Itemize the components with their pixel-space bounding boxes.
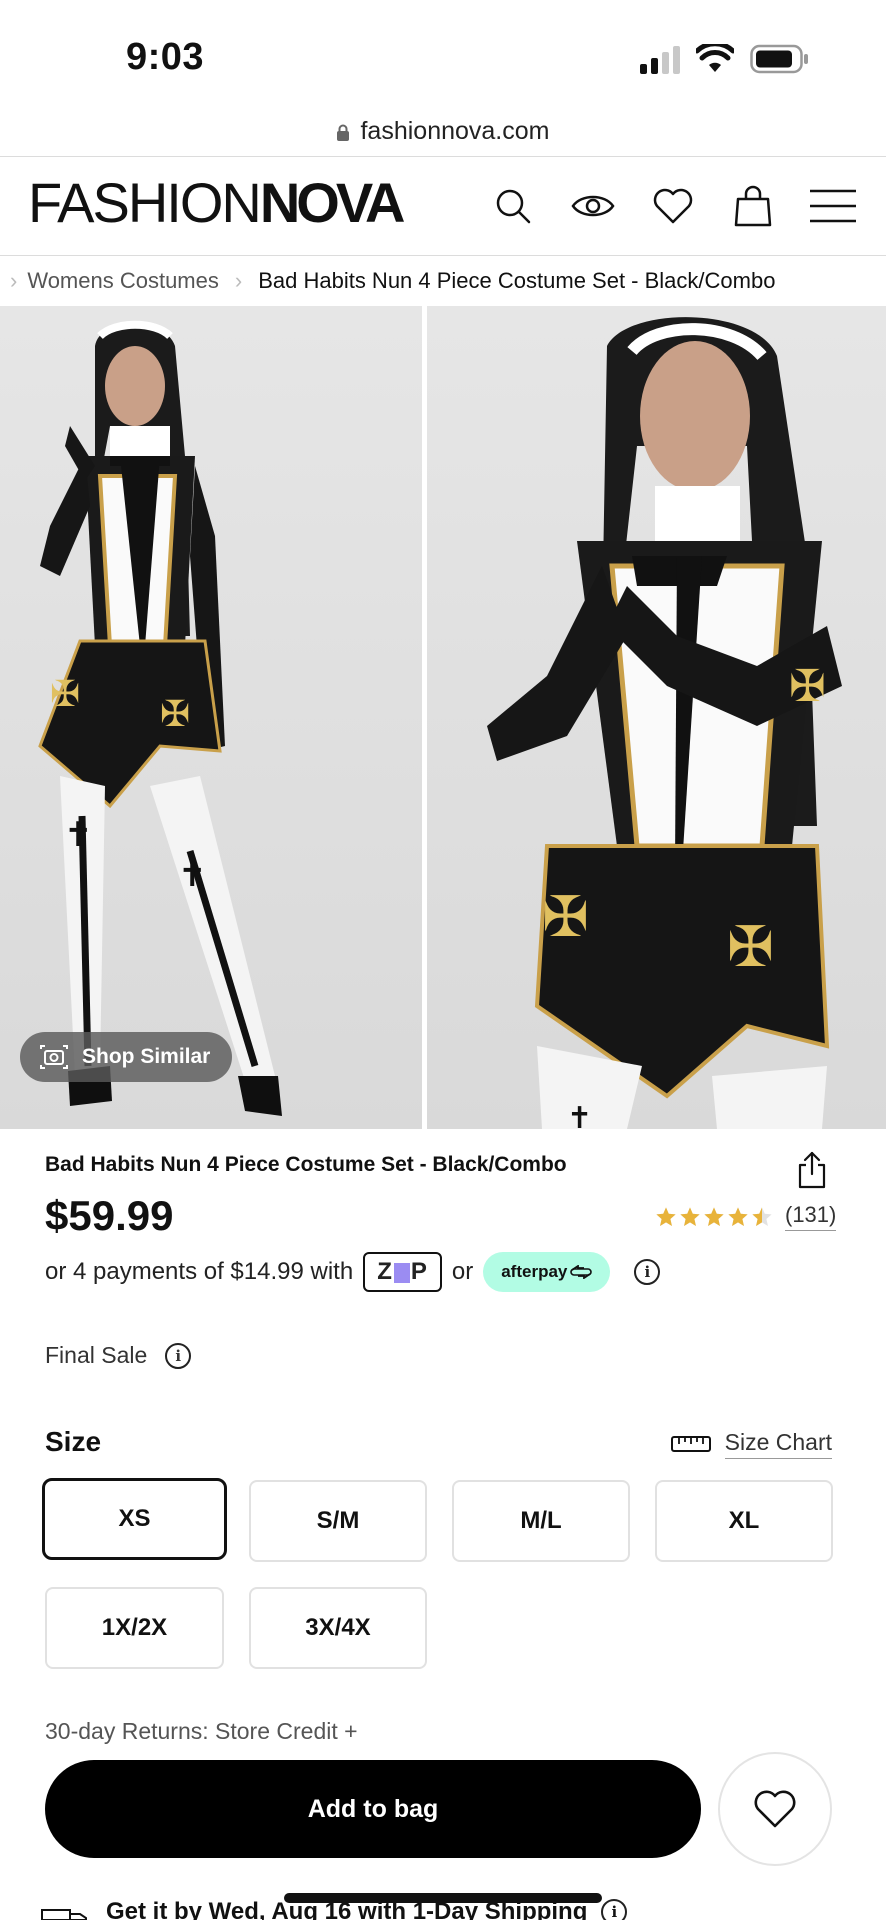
shop-similar-label: Shop Similar [82, 1045, 211, 1068]
lock-icon [337, 124, 350, 141]
star-icon [704, 1206, 724, 1226]
logo-bold-text: NOVA [259, 171, 406, 234]
installment-text: or 4 payments of $14.99 with [45, 1258, 354, 1285]
size-option-label: XL [728, 1507, 760, 1534]
breadcrumb-category[interactable]: Womens Costumes [27, 268, 219, 294]
or-text: or [451, 1258, 474, 1285]
fashionnova-logo[interactable]: FASHIONNOVA [28, 175, 405, 231]
size-option-m-l[interactable]: M/L [452, 1480, 630, 1562]
search-icon[interactable] [490, 183, 536, 229]
eye-icon[interactable] [570, 183, 616, 229]
size-chart-label: Size Chart [724, 1429, 832, 1459]
product-price: $59.99 [45, 1192, 174, 1239]
star-icon [728, 1206, 748, 1226]
model-figure-illustration: ✠ ✠ ✠ ✝ [487, 317, 842, 1129]
model-figure-illustration: ✠ ✠ ✝ ✝ [38, 320, 282, 1116]
final-sale-label: Final Sale [45, 1342, 148, 1368]
size-option-1x-2x[interactable]: 1X/2X [45, 1587, 224, 1669]
info-icon[interactable]: i [634, 1259, 661, 1285]
size-option-label: XS [118, 1505, 151, 1532]
star-icon [680, 1206, 700, 1226]
final-sale: Final Sale i [45, 1342, 192, 1369]
breadcrumb-current: Bad Habits Nun 4 Piece Costume Set - Bla… [258, 268, 776, 293]
afterpay-arrows-icon [570, 1265, 593, 1279]
afterpay-label: afterpay [501, 1262, 568, 1281]
info-icon[interactable]: i [601, 1899, 628, 1920]
zip-letter: P [410, 1258, 428, 1285]
bag-icon[interactable] [730, 183, 776, 229]
status-time: 9:03 [126, 36, 205, 78]
rating-stars [655, 1206, 773, 1228]
star-icon [656, 1206, 676, 1226]
product-rating[interactable]: (131) [655, 1202, 837, 1231]
zip-letter: Z [377, 1258, 393, 1285]
status-bar: 9:03 [0, 0, 886, 110]
add-to-bag-button[interactable]: Add to bag [45, 1760, 701, 1858]
ruler-icon [670, 1436, 711, 1452]
breadcrumb: › Womens Costumes › Bad Habits Nun 4 Pie… [0, 256, 886, 306]
site-header: FASHIONNOVA [0, 157, 886, 255]
review-count-link[interactable]: (131) [785, 1202, 837, 1231]
header-icons [490, 183, 856, 229]
zip-logo[interactable]: ZP [363, 1252, 442, 1292]
heart-icon [754, 1790, 796, 1828]
size-chart-link[interactable]: Size Chart [670, 1429, 832, 1459]
menu-icon[interactable] [810, 183, 856, 229]
svg-text:✝: ✝ [178, 855, 207, 895]
share-icon[interactable] [796, 1150, 828, 1190]
size-option-s-m[interactable]: S/M [249, 1480, 427, 1562]
product-gallery[interactable]: ✠ ✠ ✝ ✝ Shop Similar ✠ ✠ ✠ ✝ [0, 306, 886, 1129]
size-option-label: M/L [520, 1507, 562, 1534]
url-text: fashionnova.com [360, 116, 550, 145]
status-icons [640, 44, 810, 74]
svg-text:✠: ✠ [542, 885, 589, 950]
product-title: Bad Habits Nun 4 Piece Costume Set - Bla… [45, 1153, 567, 1176]
star-icon [752, 1206, 772, 1226]
installment-payments: or 4 payments of $14.99 with ZP or after… [45, 1252, 661, 1292]
info-icon[interactable]: i [165, 1342, 192, 1369]
size-option-xl[interactable]: XL [655, 1480, 833, 1562]
size-label: Size [45, 1426, 102, 1457]
size-option-label: S/M [316, 1507, 360, 1534]
size-option-label: 1X/2X [101, 1614, 168, 1641]
cellular-signal-icon [640, 44, 680, 74]
product-photo-closeup[interactable]: ✠ ✠ ✠ ✝ [427, 306, 886, 1129]
chevron-right-icon: › [10, 268, 18, 293]
logo-thin-text: FASHION [28, 171, 262, 234]
home-indicator [284, 1893, 602, 1903]
svg-text:✠: ✠ [50, 674, 80, 715]
battery-icon [750, 44, 808, 74]
size-option-3x-4x[interactable]: 3X/4X [249, 1587, 427, 1669]
chevron-right-icon: › [234, 268, 243, 293]
svg-text:✝: ✝ [567, 1101, 592, 1129]
size-option-xs[interactable]: XS [42, 1478, 227, 1560]
shop-similar-button[interactable]: Shop Similar [20, 1032, 233, 1082]
svg-text:✝: ✝ [64, 815, 93, 855]
svg-text:✠: ✠ [789, 661, 826, 712]
afterpay-logo[interactable]: afterpay [483, 1252, 611, 1292]
size-option-label: 3X/4X [305, 1614, 371, 1641]
camera-icon [40, 1045, 68, 1069]
wifi-icon [696, 44, 734, 72]
svg-text:✠: ✠ [160, 694, 190, 735]
wishlist-button[interactable] [718, 1752, 832, 1866]
heart-icon[interactable] [650, 183, 696, 229]
svg-text:✠: ✠ [727, 915, 774, 980]
address-bar[interactable]: fashionnova.com [0, 106, 886, 156]
truck-icon [41, 1909, 87, 1920]
product-photo-front[interactable]: ✠ ✠ ✝ ✝ Shop Similar [0, 306, 422, 1129]
returns-policy[interactable]: 30-day Returns: Store Credit + [45, 1718, 358, 1745]
